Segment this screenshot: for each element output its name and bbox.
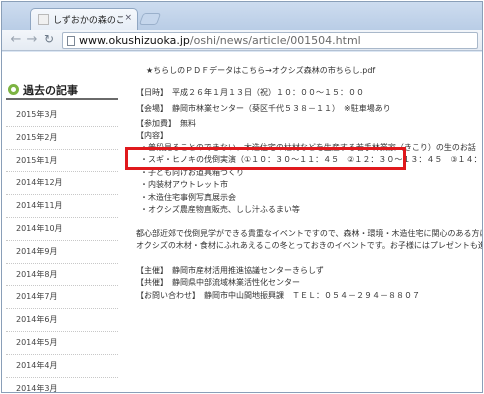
address-bar[interactable]: www.okushizuoka.jp/oshi/news/article/001… [62, 32, 478, 49]
archive-link[interactable]: 2015年1月 [6, 150, 118, 173]
archive-link[interactable]: 2014年10月 [6, 218, 118, 241]
title-bar: しずおかの森のこと、知 × [2, 2, 482, 30]
organizer: 【主催】 静岡市産材活用推進協議センターきらしず [136, 266, 324, 275]
reload-icon[interactable]: ↻ [41, 32, 57, 48]
browser-toolbar: ← → ↻ www.okushizuoka.jp/oshi/news/artic… [2, 30, 482, 51]
tab-close-icon[interactable]: × [124, 13, 132, 23]
new-tab-button[interactable] [138, 13, 162, 25]
event-venue: 【会場】 静岡市林業センター（葵区千代５３８－１１） ※駐車場あり [136, 104, 391, 113]
description-line: 都心部近郊で伐倒見学ができる貴重なイベントですので、森林・環境・木造住宅に関心の… [136, 229, 482, 238]
content-heading: 【内容】 [136, 131, 168, 140]
archive-link[interactable]: 2014年7月 [6, 286, 118, 310]
archive-link[interactable]: 2015年2月 [6, 127, 118, 150]
archive-link[interactable]: 2015年3月 [6, 104, 118, 127]
forward-arrow-icon[interactable]: → [24, 32, 40, 48]
archive-link[interactable]: 2014年8月 [6, 264, 118, 287]
article-body: ★ちらしのＰＤＦデータはこちら→オクシズ森林の市ちらし.pdf 【日時】 平成２… [136, 52, 482, 392]
pdf-link[interactable]: ★ちらしのＰＤＦデータはこちら→オクシズ森林の市ちらし.pdf [146, 66, 375, 76]
sidebar-header: 過去の記事 [6, 82, 118, 100]
contact: 【お問い合わせ】 静岡市中山間地振興課 ＴＥＬ：０５４－２９４－８８０７ [136, 291, 420, 300]
back-arrow-icon[interactable]: ← [8, 32, 24, 48]
tab-title: しずおかの森のこと、知 [53, 16, 123, 26]
sidebar: 過去の記事 2015年3月 2015年2月 2015年1月 2014年12月 2… [2, 52, 118, 392]
archive-link[interactable]: 2014年9月 [6, 241, 118, 264]
content-item: ・オクシズ農産物直販売、しし汁ふるまい等 [140, 205, 300, 214]
content-item: ・木造住宅事例写真展示会 [140, 193, 236, 202]
archive-link[interactable]: 2014年11月 [6, 195, 118, 218]
archive-link[interactable]: 2014年4月 [6, 355, 118, 378]
event-fee: 【参加費】 無料 [136, 119, 196, 128]
archive-link[interactable]: 2014年12月 [6, 172, 118, 196]
archive-link[interactable]: 2014年6月 [6, 309, 118, 332]
description-line: オクシズの木材・食材にふれあえるこの冬とっておきのイベントです。お子様にはプレゼ… [136, 241, 482, 250]
url-host: www.okushizuoka.jp [79, 34, 190, 47]
content-item: ・内装材アウトレット市 [140, 180, 228, 189]
page-document-icon [67, 36, 75, 46]
cosponsor: 【共催】 静岡県中部流域林業活性化センター [136, 278, 300, 287]
browser-tab[interactable]: しずおかの森のこと、知 × [30, 8, 138, 30]
venue-highlight-box [125, 147, 406, 170]
page-favicon-icon [38, 14, 49, 25]
archive-link[interactable]: 2014年3月 [6, 378, 118, 392]
archive-link[interactable]: 2014年5月 [6, 332, 118, 355]
page-viewport: 過去の記事 2015年3月 2015年2月 2015年1月 2014年12月 2… [2, 52, 482, 392]
archive-list: 2015年3月 2015年2月 2015年1月 2014年12月 2014年11… [6, 104, 118, 392]
browser-window: しずおかの森のこと、知 × ← → ↻ www.okushizuoka.jp/o… [1, 1, 483, 393]
circle-bullet-icon [8, 84, 19, 95]
url-text: www.okushizuoka.jp/oshi/news/article/001… [79, 34, 361, 47]
url-path: /oshi/news/article/001504.html [189, 34, 361, 47]
event-date: 【日時】 平成２６年１月１３日（祝）１０：００～１５：００ [136, 88, 364, 97]
sidebar-title: 過去の記事 [23, 84, 78, 97]
